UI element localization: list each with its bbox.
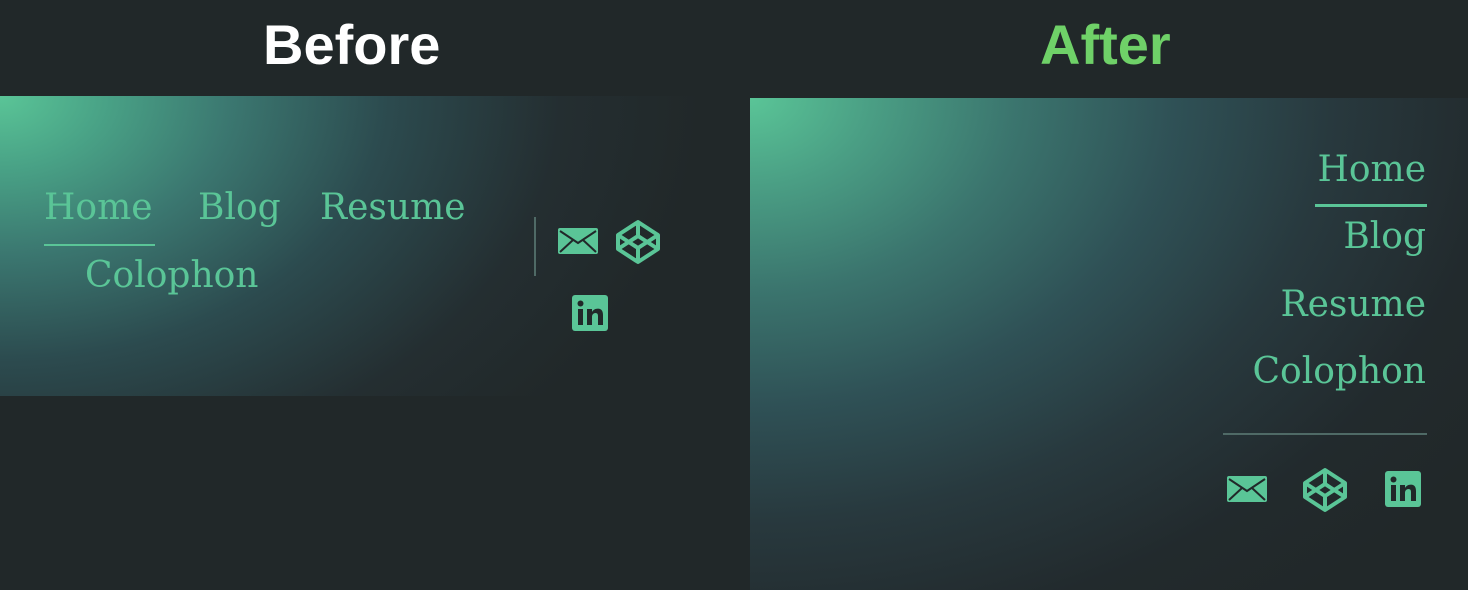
mail-icon[interactable] <box>1227 476 1267 502</box>
nav-divider <box>1223 433 1427 435</box>
nav-link-colophon[interactable]: Colophon <box>1253 348 1427 396</box>
linkedin-icon[interactable] <box>1385 471 1421 507</box>
nav-link-resume[interactable]: Resume <box>1280 281 1426 329</box>
nav-link-blog[interactable]: Blog <box>198 184 281 232</box>
after-heading: After <box>1040 13 1171 76</box>
codepen-icon[interactable] <box>615 219 661 265</box>
codepen-icon[interactable] <box>1302 467 1348 513</box>
before-header-panel: Home Blog Resume Colophon <box>0 96 700 396</box>
nav-link-home[interactable]: Home <box>1317 146 1426 194</box>
linkedin-icon[interactable] <box>572 295 608 331</box>
mail-icon[interactable] <box>558 228 598 254</box>
after-header-panel: Home Blog Resume Colophon <box>750 98 1468 590</box>
nav-link-home[interactable]: Home <box>44 184 153 232</box>
active-nav-underline <box>1315 204 1427 207</box>
active-nav-underline <box>44 244 155 246</box>
before-heading: Before <box>263 13 441 76</box>
nav-link-blog[interactable]: Blog <box>1343 213 1426 261</box>
nav-link-resume[interactable]: Resume <box>320 184 466 232</box>
nav-divider <box>534 217 536 276</box>
nav-link-colophon[interactable]: Colophon <box>85 252 259 300</box>
